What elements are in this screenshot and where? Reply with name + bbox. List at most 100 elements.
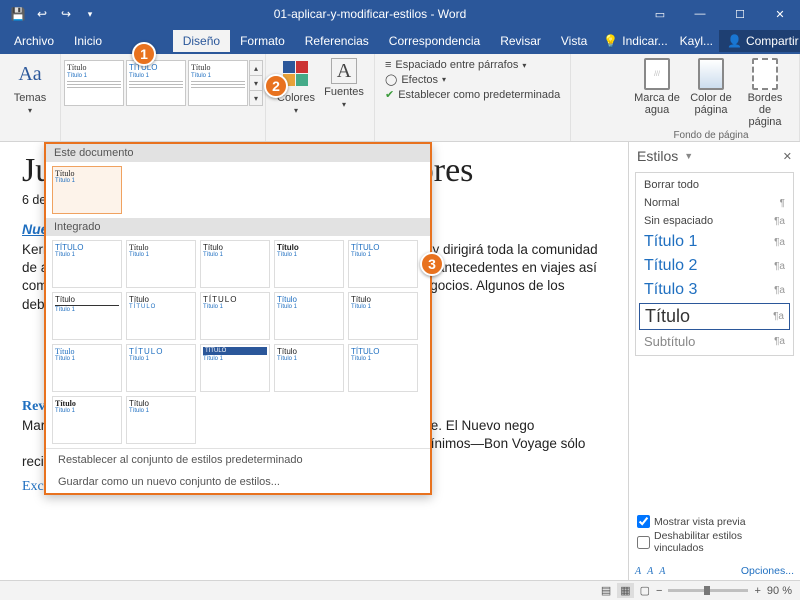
style-normal[interactable]: Normal¶ [636, 194, 793, 212]
new-style-icon[interactable]: A [635, 566, 641, 577]
tab-mailings[interactable]: Correspondencia [379, 30, 490, 52]
themes-group: Aa Temas ▾ [0, 54, 61, 141]
share-icon: 👤 [727, 34, 742, 48]
tab-layout[interactable]: Formato [230, 30, 295, 52]
undo-icon[interactable]: ↩ [32, 4, 52, 24]
gallery-thumb[interactable]: TítuloTítulo 1 [274, 240, 344, 288]
share-button[interactable]: 👤 Compartir [719, 30, 800, 52]
document[interactable]: Junta General de Directores Juctores 6 d… [0, 142, 628, 580]
chevron-down-icon: ▾ [342, 100, 346, 109]
tab-view[interactable]: Vista [551, 30, 597, 52]
tell-me[interactable]: 💡 Indicar... [597, 34, 673, 48]
gallery-thumb[interactable]: TÍTULOTítulo 1 [126, 344, 196, 392]
gallery-save[interactable]: Guardar como un nuevo conjunto de estilo… [46, 471, 430, 493]
tell-me-text: Indicar... [622, 34, 667, 48]
pane-menu-icon[interactable]: ▼ [678, 151, 693, 161]
gallery-header-doc: Este documento [46, 144, 430, 162]
gallery-thumb[interactable]: TÍTULOTítulo 1 [200, 292, 270, 340]
style-h3[interactable]: Título 3¶a [636, 278, 793, 302]
callout-2: 2 [264, 74, 288, 98]
gallery-thumb[interactable]: TítuloTítulo 1 [200, 240, 270, 288]
gallery-thumb[interactable]: TítuloTítulo 1 [52, 344, 122, 392]
gallery-thumb[interactable]: TítuloTítulo 1 [348, 292, 418, 340]
save-icon[interactable]: 💾 [8, 4, 28, 24]
ribbon-display-icon[interactable]: ▭ [640, 0, 680, 28]
gallery-thumb[interactable]: TÍTULOTítulo 1 [52, 240, 122, 288]
tab-review[interactable]: Revisar [490, 30, 551, 52]
gallery-thumb[interactable]: TítuloTítulo 1 [52, 396, 122, 444]
gallery-reset[interactable]: Restablecer al conjunto de estilos prede… [46, 449, 430, 471]
zoom-slider[interactable] [668, 589, 748, 592]
styles-pane-toolbar: A A A Opciones... [629, 562, 800, 580]
qat-more-icon[interactable]: ▾ [80, 4, 100, 24]
style-nospacing[interactable]: Sin espaciado¶a [636, 212, 793, 230]
content-area: Junta General de Directores Juctores 6 d… [0, 142, 800, 580]
fonts-button[interactable]: A Fuentes ▾ [320, 56, 368, 111]
page-color-button[interactable]: Color de página [685, 56, 737, 130]
pane-close-icon[interactable]: ✕ [775, 150, 792, 163]
watermark-button[interactable]: /// Marca de agua [629, 56, 685, 130]
page-color-icon [695, 58, 727, 90]
print-layout-icon[interactable]: ▦ [617, 583, 633, 598]
redo-icon[interactable]: ↪ [56, 4, 76, 24]
user-name[interactable]: Kayl... [674, 34, 719, 48]
gallery-thumb[interactable]: TÍTULOTítulo 1 [348, 240, 418, 288]
gallery-thumb[interactable]: TítuloTítulo 1 [52, 292, 122, 340]
zoom-level[interactable]: 90 % [767, 585, 792, 597]
ribbon-tabs: Archivo Inicio Insertar Diseño Formato R… [0, 28, 800, 54]
disable-linked-checkbox[interactable]: Deshabilitar estilos vinculados [637, 530, 792, 554]
paragraph-spacing-button[interactable]: ≡Espaciado entre párrafos▾ [381, 58, 530, 72]
window-title: 01-aplicar-y-modificar-estilos - Word [100, 7, 640, 21]
style-clear[interactable]: Borrar todo [636, 176, 793, 194]
web-layout-icon[interactable]: ▢ [640, 584, 650, 597]
chevron-down-icon: ▾ [294, 106, 298, 115]
gallery-thumb[interactable]: TítuloTítulo 1 [274, 344, 344, 392]
styles-options-link[interactable]: Opciones... [741, 565, 794, 577]
page-bg-label: Fondo de página [673, 130, 748, 143]
styleset-thumb[interactable]: TÍTULOTítulo 1 [126, 60, 186, 106]
gallery-thumb[interactable]: TítuloTítulo 1 [126, 240, 196, 288]
check-icon: ✔ [385, 88, 394, 101]
minimize-button[interactable]: — [680, 0, 720, 28]
zoom-out-icon[interactable]: − [656, 585, 662, 597]
formatting-group: ≡Espaciado entre párrafos▾ ◯Efectos▾ ✔Es… [375, 54, 571, 141]
tab-file[interactable]: Archivo [4, 30, 64, 52]
styleset-gallery-expand[interactable]: ▴ ▾ ▾ [249, 60, 263, 106]
gallery-thumb[interactable]: TítuloTítulo 1 [126, 396, 196, 444]
tab-references[interactable]: Referencias [295, 30, 379, 52]
styles-pane: Estilos ▼ ✕ Borrar todo Normal¶ Sin espa… [628, 142, 800, 580]
style-title[interactable]: Título¶a [639, 303, 790, 330]
page-borders-icon [749, 58, 781, 90]
style-h1[interactable]: Título 1¶a [636, 230, 793, 254]
close-button[interactable]: ✕ [760, 0, 800, 28]
style-subtitle[interactable]: Subtítulo¶a [636, 331, 793, 352]
styleset-gallery: Este documento TítuloTítulo 1 Integrado … [44, 142, 432, 495]
read-mode-icon[interactable]: ▤ [601, 584, 611, 597]
styleset-thumb[interactable]: TítuloTítulo 1 [64, 60, 124, 106]
gallery-thumb[interactable]: TÍTULOTítulo 1 [348, 344, 418, 392]
tab-design[interactable]: Diseño [173, 30, 230, 52]
styles-pane-title: Estilos [637, 148, 678, 164]
preview-checkbox[interactable]: Mostrar vista previa [637, 515, 792, 528]
page-borders-button[interactable]: Bordes de página [737, 56, 793, 130]
gallery-thumb[interactable]: TítuloTÍTULO [126, 292, 196, 340]
maximize-button[interactable]: ☐ [720, 0, 760, 28]
zoom-in-icon[interactable]: + [754, 585, 760, 597]
styleset-thumb[interactable]: TítuloTítulo 1 [188, 60, 248, 106]
effects-icon: ◯ [385, 73, 397, 86]
themes-icon: Aa [14, 58, 46, 90]
tab-home[interactable]: Inicio [64, 30, 112, 52]
themes-button[interactable]: Aa Temas ▾ [6, 56, 54, 117]
styles-pane-header: Estilos ▼ ✕ [629, 142, 800, 170]
effects-button[interactable]: ◯Efectos▾ [381, 72, 450, 87]
gallery-thumb[interactable]: TítuloTítulo 1 [274, 292, 344, 340]
style-inspector-icon[interactable]: A [647, 566, 653, 577]
manage-styles-icon[interactable]: A [659, 566, 665, 577]
status-bar: ▤ ▦ ▢ − + 90 % [0, 580, 800, 600]
styles-pane-footer: Mostrar vista previa Deshabilitar estilo… [629, 507, 800, 562]
gallery-thumb[interactable]: TítuloTítulo 1 [52, 166, 122, 214]
set-default-button[interactable]: ✔Establecer como predeterminada [381, 87, 564, 102]
fonts-icon: A [331, 58, 357, 84]
style-h2[interactable]: Título 2¶a [636, 254, 793, 278]
gallery-thumb[interactable]: TÍTULOTítulo 1 [200, 344, 270, 392]
